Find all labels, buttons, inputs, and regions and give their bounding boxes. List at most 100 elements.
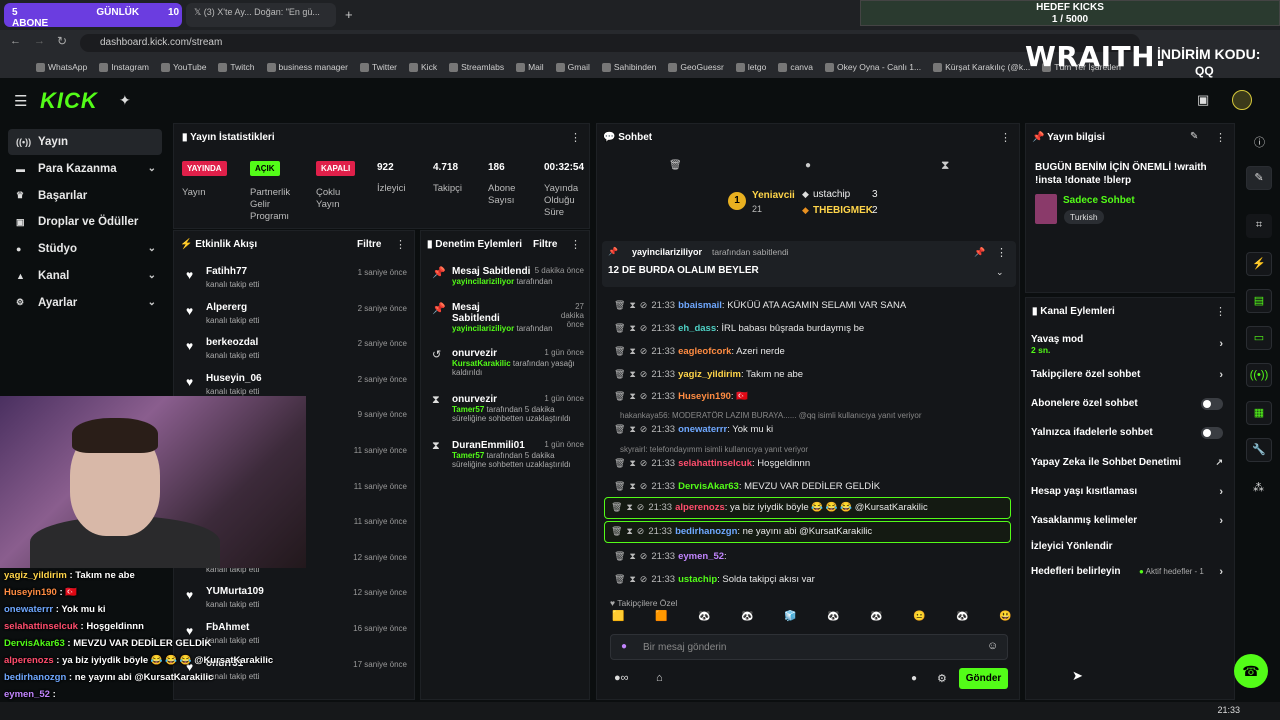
- timeout-icon[interactable]: ⧗: [626, 502, 632, 512]
- ban-icon[interactable]: ⊘: [640, 458, 648, 468]
- pin-icon[interactable]: ✦: [119, 92, 131, 109]
- emote-icon[interactable]: 🐼: [956, 611, 968, 629]
- message-user[interactable]: alperenozs: [675, 502, 725, 513]
- delete-message-icon[interactable]: 🗑: [614, 391, 625, 401]
- delete-message-icon[interactable]: 🗑: [614, 574, 625, 584]
- avatar[interactable]: [1232, 90, 1252, 110]
- bookmark-item[interactable]: Kick: [409, 60, 437, 74]
- delete-message-icon[interactable]: 🗑: [614, 551, 625, 561]
- leader-name[interactable]: ustachip: [813, 189, 850, 200]
- moderator-name[interactable]: yayincilariziliyor: [452, 324, 514, 333]
- message-user[interactable]: yagiz_yildirim: [678, 369, 741, 380]
- moderator-name[interactable]: Tamer57: [452, 451, 484, 460]
- ban-icon[interactable]: ⊘: [640, 481, 648, 491]
- sidebar-item-kanal[interactable]: ▲ Kanal ⌄: [8, 263, 162, 289]
- bookmark-item[interactable]: Mail: [516, 60, 544, 74]
- hourglass-icon[interactable]: ⧗: [941, 158, 949, 173]
- delete-message-icon[interactable]: 🗑: [611, 526, 622, 536]
- forward-icon[interactable]: →: [34, 35, 45, 47]
- bookmark-item[interactable]: Instagram: [99, 60, 149, 74]
- moderation-filter-button[interactable]: Filtre: [533, 239, 557, 250]
- sidebar-item-ayarlar[interactable]: ⚙ Ayarlar ⌄: [8, 290, 162, 316]
- emote-icon[interactable]: 🐼: [741, 611, 753, 629]
- bookmark-item[interactable]: business manager: [266, 60, 348, 74]
- delete-message-icon[interactable]: 🗑: [614, 300, 625, 310]
- sidebar-item-stüdyo[interactable]: ● Stüdyo ⌄: [8, 236, 162, 262]
- event-user[interactable]: Alpererg: [206, 302, 247, 313]
- event-user[interactable]: Fatihh77: [206, 266, 247, 277]
- category-link[interactable]: Sadece Sohbet: [1063, 195, 1135, 206]
- reload-icon[interactable]: ↻: [57, 34, 67, 48]
- channel-action-6[interactable]: Hesap yaşı kısıtlaması ›: [1031, 486, 1227, 500]
- ban-icon[interactable]: ⊘: [640, 424, 648, 434]
- delete-message-icon[interactable]: 🗑: [614, 369, 625, 379]
- message-user[interactable]: selahattinselcuk: [678, 458, 752, 469]
- emote-icon[interactable]: 🧊: [784, 611, 796, 629]
- chat-menu-icon[interactable]: ⋮: [1000, 131, 1011, 144]
- delete-message-icon[interactable]: 🗑: [614, 346, 625, 356]
- ban-icon[interactable]: ⊘: [640, 551, 648, 561]
- bookmark-item[interactable]: YouTube: [161, 60, 206, 74]
- moderator-name[interactable]: Tamer57: [452, 405, 484, 414]
- browser-tab[interactable]: 𝕏 (3) X'te Ay... Doğan: "En gü...: [186, 3, 336, 27]
- sidebar-item-yayın[interactable]: ((•)) Yayın: [8, 129, 162, 155]
- channel-action-2[interactable]: Takipçilere özel sohbet ›: [1031, 369, 1227, 383]
- ban-icon[interactable]: ⊘: [640, 391, 648, 401]
- timeout-icon[interactable]: ⧗: [629, 369, 635, 379]
- bookmark-item[interactable]: GeoGuessr: [668, 60, 724, 74]
- ban-icon[interactable]: ⊘: [640, 323, 648, 333]
- message-user[interactable]: DervisAkar63: [678, 481, 739, 492]
- actions-menu-icon[interactable]: ⋮: [1215, 305, 1226, 318]
- delete-message-icon[interactable]: 🗑: [611, 502, 622, 512]
- message-user[interactable]: eagleofcork: [678, 346, 731, 357]
- bookmark-item[interactable]: Okey Oyna - Canlı 1...: [825, 60, 921, 74]
- message-user[interactable]: Huseyin190: [678, 391, 731, 402]
- bookmark-item[interactable]: Sahibinden: [601, 60, 656, 74]
- delete-message-icon[interactable]: 🗑: [614, 458, 625, 468]
- chat-rail-button[interactable]: ▭: [1246, 326, 1272, 350]
- timeout-icon[interactable]: ⧗: [626, 526, 632, 536]
- bookmark-item[interactable]: canva: [778, 60, 813, 74]
- menu-icon[interactable]: ☰: [14, 92, 27, 110]
- channel-action-8[interactable]: İzleyici Yönlendir: [1031, 541, 1227, 555]
- bookmark-item[interactable]: Twitter: [359, 60, 397, 74]
- toggle-switch[interactable]: [1201, 398, 1223, 410]
- new-tab-icon[interactable]: +: [345, 7, 353, 22]
- chevron-down-icon[interactable]: ⌄: [996, 267, 1004, 278]
- info-icon[interactable]: ⓘ: [1254, 134, 1265, 150]
- channel-action-9[interactable]: Hedefleri belirleyin ● Aktif hedefler - 1…: [1031, 566, 1227, 580]
- timeout-icon[interactable]: ⧗: [629, 424, 635, 434]
- kick-logo[interactable]: KICK: [40, 88, 98, 114]
- moderation-target[interactable]: Mesaj Sabitlendi: [452, 302, 522, 324]
- trash-icon[interactable]: 🗑: [669, 160, 682, 171]
- pinned-menu-icon[interactable]: ⋮: [996, 246, 1007, 259]
- ban-icon[interactable]: ⊘: [640, 300, 648, 310]
- emoji-icon[interactable]: ☺: [987, 640, 998, 652]
- channel-action-5[interactable]: Yapay Zeka ile Sohbet Denetimi ↗: [1031, 457, 1227, 471]
- timeout-icon[interactable]: ⧗: [629, 551, 635, 561]
- channel-action-7[interactable]: Yasaklanmış kelimeler ›: [1031, 515, 1227, 529]
- activity-menu-icon[interactable]: ⋮: [395, 238, 406, 251]
- emote-icon[interactable]: 🟨: [612, 611, 624, 629]
- crop-icon[interactable]: ⌗: [1246, 214, 1272, 238]
- timeout-icon[interactable]: ⧗: [629, 574, 635, 584]
- message-user[interactable]: onewaterrr: [678, 424, 727, 435]
- back-icon[interactable]: ←: [10, 35, 21, 47]
- wallet-icon[interactable]: ▣: [1197, 92, 1209, 108]
- emote-icon[interactable]: 🐼: [827, 611, 839, 629]
- help-chat-button[interactable]: ☎: [1234, 654, 1268, 688]
- category-thumbnail[interactable]: [1035, 194, 1057, 224]
- emote-icon[interactable]: 😃: [999, 611, 1011, 629]
- ban-icon[interactable]: ⊘: [640, 369, 648, 379]
- delete-message-icon[interactable]: 🗑: [614, 481, 625, 491]
- event-user[interactable]: FbAhmet: [206, 622, 249, 633]
- sidebar-item-başarılar[interactable]: ♛ Başarılar: [8, 183, 162, 209]
- clipboard-rail-button[interactable]: ▤: [1246, 289, 1272, 313]
- sidebar-item-droplar-ve-ödüller[interactable]: ▣ Droplar ve Ödüller: [8, 209, 162, 235]
- event-user[interactable]: berkeozdal: [206, 337, 258, 348]
- bookmark-item[interactable]: letgo: [735, 60, 766, 74]
- bookmark-item[interactable]: Streamlabs: [449, 60, 504, 74]
- message-user[interactable]: bbaismail: [678, 300, 722, 311]
- gear-icon[interactable]: ⚙: [937, 672, 947, 685]
- emote-icon[interactable]: 🟧: [655, 611, 667, 629]
